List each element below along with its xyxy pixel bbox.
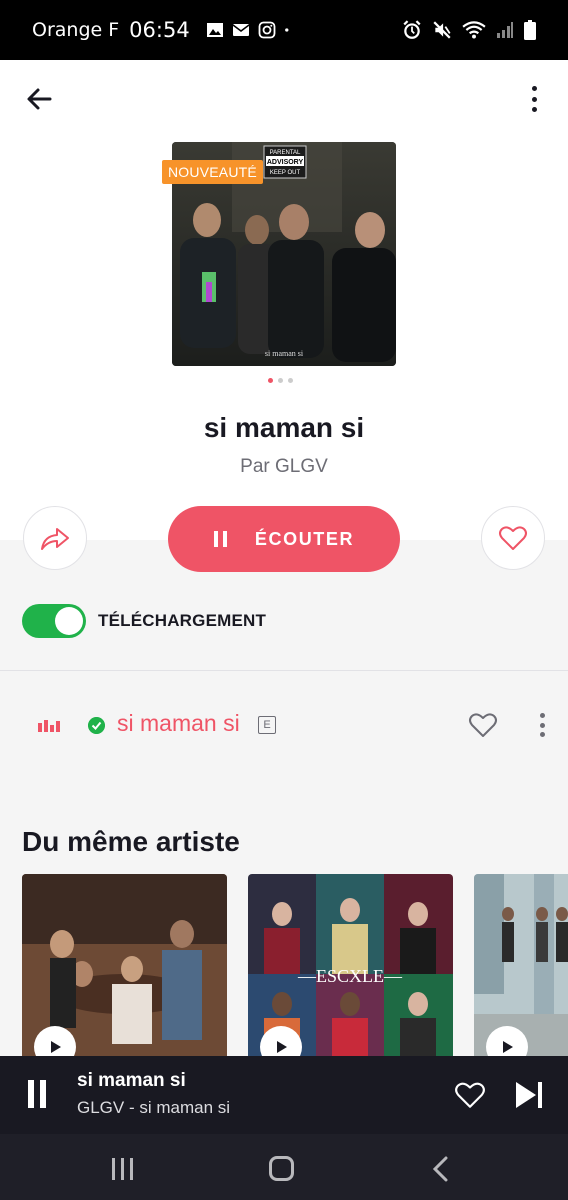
mini-player-heart-icon[interactable] xyxy=(454,1079,486,1111)
system-navigation-bar xyxy=(0,1134,568,1200)
listen-label: ÉCOUTER xyxy=(254,528,355,549)
cover-pagination xyxy=(268,378,293,383)
advisory-line1: PARENTAL xyxy=(270,150,301,156)
image-icon xyxy=(206,23,223,37)
track-row[interactable]: si maman si E xyxy=(0,700,568,750)
advisory-line2: ADVISORY xyxy=(267,159,304,166)
clock: 06:54 xyxy=(129,18,190,42)
section-title: Du même artiste xyxy=(22,826,240,857)
download-label: TÉLÉCHARGEMENT xyxy=(98,611,267,630)
album-actions: ÉCOUTER xyxy=(0,506,568,572)
download-row: TÉLÉCHARGEMENT xyxy=(22,604,266,638)
track-title: si maman si xyxy=(117,710,240,736)
heart-outline-icon xyxy=(499,526,527,550)
album-card-1[interactable] xyxy=(22,874,227,1058)
advisory-line3: KEEP OUT xyxy=(270,170,301,176)
listen-button[interactable]: ÉCOUTER xyxy=(168,506,400,572)
mini-player-pause-button[interactable] xyxy=(28,1080,46,1108)
pagination-dot xyxy=(268,378,273,383)
track-more-button[interactable] xyxy=(536,712,548,738)
mute-icon xyxy=(433,21,451,39)
related-albums-carousel[interactable]: —ESCXLE— xyxy=(0,874,568,1058)
skip-next-icon[interactable] xyxy=(512,1078,546,1112)
dot-icon xyxy=(284,28,289,32)
vertical-dots-icon xyxy=(539,713,545,718)
instagram-icon xyxy=(258,21,276,39)
alarm-icon xyxy=(403,20,421,39)
divider xyxy=(0,670,568,671)
mini-player-title: si maman si xyxy=(77,1070,186,1091)
battery-icon xyxy=(524,20,536,40)
album-card-3[interactable] xyxy=(474,874,568,1058)
album-artist-link[interactable]: Par GLGV xyxy=(0,456,568,478)
signal-icon xyxy=(497,22,513,38)
pagination-dot xyxy=(278,378,283,383)
system-back-icon[interactable] xyxy=(430,1156,452,1182)
play-icon xyxy=(503,1041,513,1053)
pagination-dot xyxy=(288,378,293,383)
wifi-icon xyxy=(462,21,486,39)
cover-caption: si maman si xyxy=(265,349,304,358)
album-card-cover-text: —ESCXLE— xyxy=(297,966,403,986)
explicit-badge: E xyxy=(258,716,276,734)
track-heart-icon[interactable] xyxy=(468,710,498,740)
downloaded-check-icon xyxy=(88,717,105,734)
download-toggle[interactable] xyxy=(22,604,86,638)
new-release-badge: NOUVEAUTÉ xyxy=(162,160,263,184)
share-arrow-icon xyxy=(41,528,69,550)
favorite-button[interactable] xyxy=(481,506,545,570)
play-icon xyxy=(277,1041,287,1053)
mail-icon xyxy=(232,24,250,36)
mini-player-subtitle: GLGV - si maman si xyxy=(77,1098,231,1117)
carrier-label: Orange F xyxy=(32,19,120,41)
vertical-dots-icon xyxy=(531,86,537,91)
home-icon[interactable] xyxy=(269,1156,294,1181)
now-playing-equalizer-icon xyxy=(38,720,60,732)
album-card-2[interactable]: —ESCXLE— xyxy=(248,874,453,1058)
album-header-area: NOUVEAUTÉ PARENTAL ADVISORY KEEP OUT si … xyxy=(0,60,568,540)
more-options-button[interactable] xyxy=(522,84,546,114)
toggle-knob xyxy=(55,607,83,635)
pause-icon xyxy=(213,531,227,547)
recent-apps-icon[interactable] xyxy=(112,1158,133,1180)
share-button[interactable] xyxy=(23,506,87,570)
pause-icon xyxy=(28,1080,34,1108)
play-icon xyxy=(51,1041,61,1053)
album-title: si maman si xyxy=(203,412,365,443)
arrow-left-icon[interactable] xyxy=(22,82,56,116)
mini-player[interactable]: si maman si GLGV - si maman si xyxy=(0,1056,568,1134)
status-bar: Orange F 06:54 xyxy=(0,0,568,60)
